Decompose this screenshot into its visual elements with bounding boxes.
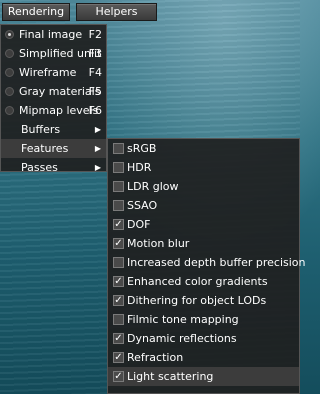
feature-label: sRGB [127, 142, 157, 155]
checkbox-icon[interactable] [113, 162, 124, 173]
feature-label: Enhanced color gradients [127, 275, 268, 288]
feature-item[interactable]: SSAO [108, 196, 299, 215]
menu-item-wireframe[interactable]: Wireframe F4 [1, 63, 106, 82]
checkbox-icon[interactable] [113, 314, 124, 325]
feature-label: Filmic tone mapping [127, 313, 239, 326]
features-submenu: sRGB HDR LDR glow SSAO ✓ DOF ✓ Motion blur Incre… [107, 138, 306, 394]
radio-icon [5, 30, 14, 39]
helpers-menu-button[interactable]: Helpers [76, 3, 157, 21]
checkbox-icon[interactable]: ✓ [113, 371, 124, 382]
feature-item[interactable]: ✓ Refraction [108, 348, 299, 367]
radio-icon [5, 87, 14, 96]
feature-item[interactable]: ✓ DOF [108, 215, 299, 234]
checkbox-icon[interactable] [113, 257, 124, 268]
menu-item-simplified-unlit[interactable]: Simplified unlit F3 [1, 44, 106, 63]
feature-item[interactable]: ✓ Dynamic reflections [108, 329, 299, 348]
triangle-right-icon: ▶ [94, 163, 101, 172]
rendering-menu-button[interactable]: Rendering [2, 3, 70, 21]
checkbox-icon[interactable]: ✓ [113, 238, 124, 249]
feature-label: Dithering for object LODs [127, 294, 267, 307]
feature-label: Motion blur [127, 237, 190, 250]
feature-label: Light scattering [127, 370, 214, 383]
shortcut-label: F4 [88, 66, 102, 79]
feature-item[interactable]: HDR [108, 158, 299, 177]
menu-item-label: Wireframe [19, 66, 77, 79]
feature-label: Increased depth buffer precision [127, 256, 306, 269]
feature-label: HDR [127, 161, 152, 174]
submenu-item-features[interactable]: Features ▶ [1, 139, 106, 158]
shortcut-label: F5 [88, 85, 102, 98]
feature-item[interactable]: ✓ Motion blur [108, 234, 299, 253]
menu-item-label: Mipmap levels [19, 104, 99, 117]
menu-item-label: Buffers [21, 123, 61, 136]
checkbox-icon[interactable] [113, 181, 124, 192]
checkbox-icon[interactable]: ✓ [113, 333, 124, 344]
submenu-item-passes[interactable]: Passes ▶ [1, 158, 106, 177]
checkbox-icon[interactable]: ✓ [113, 276, 124, 287]
checkbox-icon[interactable]: ✓ [113, 295, 124, 306]
feature-item[interactable]: sRGB [108, 139, 299, 158]
menu-item-mipmap-levels[interactable]: Mipmap levels F6 [1, 101, 106, 120]
shortcut-label: F6 [88, 104, 102, 117]
feature-item[interactable]: ✓ Dithering for object LODs [108, 291, 299, 310]
checkbox-icon[interactable]: ✓ [113, 352, 124, 363]
feature-label: SSAO [127, 199, 158, 212]
feature-label: LDR glow [127, 180, 179, 193]
checkbox-icon[interactable]: ✓ [113, 219, 124, 230]
checkbox-icon[interactable] [113, 143, 124, 154]
feature-label: DOF [127, 218, 151, 231]
shortcut-label: F2 [88, 28, 102, 41]
rendering-menu: Final image F2 Simplified unlit F3 Wiref… [0, 24, 107, 174]
menu-item-label: Final image [19, 28, 83, 41]
shortcut-label: F3 [88, 47, 102, 60]
feature-item[interactable]: LDR glow [108, 177, 299, 196]
menu-bar: Rendering Helpers [0, 0, 300, 22]
feature-item[interactable]: Increased depth buffer precision [108, 253, 306, 272]
menu-item-label: Features [21, 142, 69, 155]
feature-item[interactable]: ✓ Enhanced color gradients [108, 272, 299, 291]
feature-label: Dynamic reflections [127, 332, 237, 345]
menu-item-label: Passes [21, 161, 58, 174]
radio-icon [5, 49, 14, 58]
submenu-item-buffers[interactable]: Buffers ▶ [1, 120, 106, 139]
menu-item-gray-materials[interactable]: Gray materials F5 [1, 82, 106, 101]
radio-icon [5, 106, 14, 115]
feature-item[interactable]: Filmic tone mapping [108, 310, 299, 329]
feature-item[interactable]: ✓ Light scattering [108, 367, 299, 386]
triangle-right-icon: ▶ [94, 125, 101, 134]
triangle-right-icon: ▶ [94, 144, 101, 153]
checkbox-icon[interactable] [113, 200, 124, 211]
radio-icon [5, 68, 14, 77]
menu-item-final-image[interactable]: Final image F2 [1, 25, 106, 44]
feature-label: Refraction [127, 351, 184, 364]
